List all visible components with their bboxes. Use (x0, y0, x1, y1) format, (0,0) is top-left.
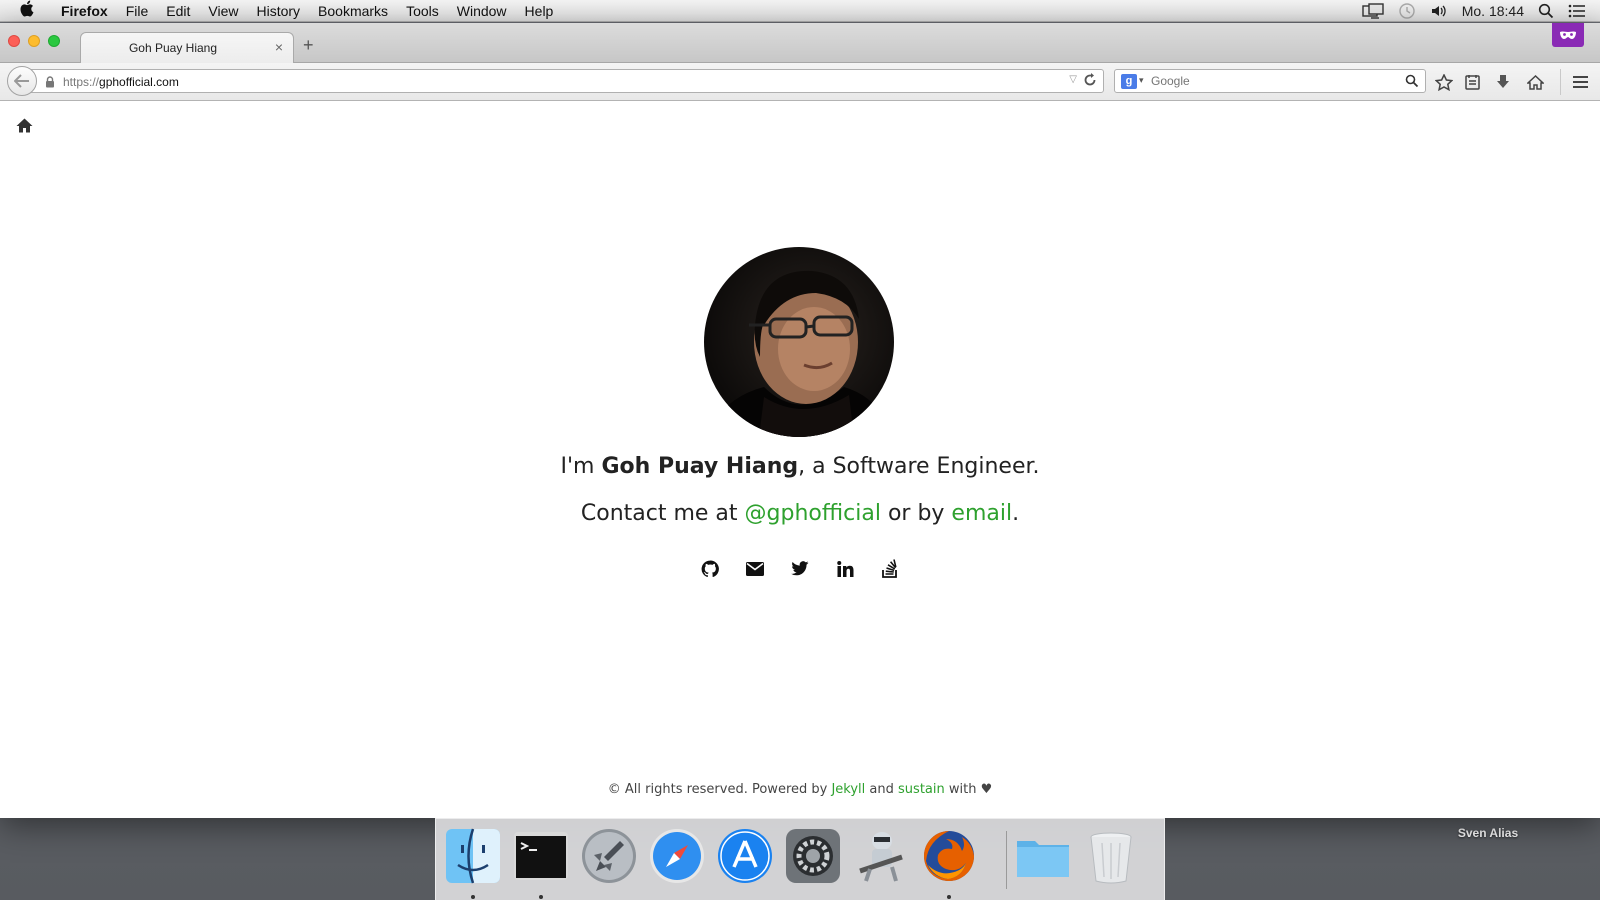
web-page: I'm Goh Puay Hiang, a Software Engineer.… (0, 102, 1600, 818)
menu-help[interactable]: Help (516, 3, 563, 19)
email-icon[interactable] (745, 558, 766, 579)
contact-text: Contact me at @gphofficial or by email. (0, 501, 1600, 526)
dock-separator (1006, 831, 1007, 889)
tab-strip: Goh Puay Hiang × + (0, 23, 1600, 64)
menu-file[interactable]: File (117, 3, 158, 19)
dock-launchpad-icon[interactable] (580, 827, 638, 885)
intro-suffix: , a Software Engineer. (798, 454, 1040, 479)
intro-text: I'm Goh Puay Hiang, a Software Engineer. (0, 454, 1600, 479)
contact-end: . (1012, 501, 1020, 526)
search-input[interactable] (1151, 73, 1391, 89)
dock-folder-icon[interactable] (1014, 827, 1072, 885)
window-zoom-button[interactable] (48, 35, 60, 47)
github-icon[interactable] (700, 558, 721, 579)
menu-window[interactable]: Window (448, 3, 516, 19)
linkedin-icon[interactable] (835, 558, 856, 579)
tab-title: Goh Puay Hiang (128, 41, 218, 55)
bookmark-star-icon[interactable] (1434, 72, 1454, 92)
dock-terminal-icon[interactable] (512, 827, 570, 885)
menu-history[interactable]: History (247, 3, 309, 19)
hamburger-menu-icon[interactable] (1570, 72, 1590, 92)
search-bar[interactable]: g ▾ (1114, 69, 1426, 93)
browser-window: Goh Puay Hiang × + https://gphofficial.c… (0, 23, 1600, 818)
tab-close-icon[interactable]: × (275, 39, 283, 55)
engine-dropdown-icon[interactable]: ▾ (1139, 75, 1144, 86)
dock-app-store-icon[interactable] (716, 827, 774, 885)
terminal-running-dot (539, 895, 543, 899)
social-links (0, 558, 1600, 579)
menu-app-name[interactable]: Firefox (52, 3, 117, 19)
twitter-icon[interactable] (790, 558, 811, 579)
menu-tools[interactable]: Tools (397, 3, 448, 19)
window-minimize-button[interactable] (28, 35, 40, 47)
menu-bookmarks[interactable]: Bookmarks (309, 3, 397, 19)
menu-edit[interactable]: Edit (157, 3, 199, 19)
dock (435, 818, 1165, 900)
bookmarks-menu-icon[interactable] (1462, 72, 1482, 92)
url-bar[interactable]: https://gphofficial.com ▽ (30, 69, 1104, 93)
jekyll-link[interactable]: Jekyll (831, 782, 865, 797)
firefox-running-dot (947, 895, 951, 899)
volume-icon[interactable] (1430, 3, 1448, 19)
contact-mid: or by (880, 501, 952, 526)
display-mirroring-icon[interactable] (1362, 2, 1384, 19)
contact-prefix: Contact me at (580, 501, 745, 526)
dock-firefox-icon[interactable] (920, 827, 978, 885)
notification-center-icon[interactable] (1568, 4, 1586, 18)
url-text[interactable]: https://gphofficial.com (63, 75, 179, 89)
new-tab-button[interactable]: + (303, 35, 314, 56)
reload-icon[interactable] (1083, 73, 1097, 92)
sustain-link[interactable]: sustain (898, 782, 945, 797)
downloads-icon[interactable] (1493, 72, 1513, 92)
url-host: gphofficial.com (99, 75, 179, 89)
page-footer: © All rights reserved. Powered by Jekyll… (0, 782, 1600, 797)
search-magnifier-icon[interactable] (1405, 74, 1419, 93)
apple-menu-icon[interactable] (0, 0, 52, 22)
intro-name: Goh Puay Hiang (601, 454, 799, 479)
menu-bar: Firefox File Edit View History Bookmarks… (0, 0, 1600, 22)
google-engine-icon[interactable]: g (1121, 74, 1137, 89)
twitter-handle-link[interactable]: @gphofficial (745, 501, 881, 526)
back-button[interactable] (7, 66, 37, 96)
footer-suffix: with ♥ (944, 782, 993, 797)
menubar-clock[interactable]: Mo. 18:44 (1462, 3, 1524, 19)
dock-system-preferences-icon[interactable] (784, 827, 842, 885)
url-protocol: https:// (63, 75, 100, 89)
nav-toolbar: https://gphofficial.com ▽ g ▾ (0, 63, 1600, 101)
footer-and: and (865, 782, 899, 797)
dock-finder-icon[interactable] (444, 827, 502, 885)
lock-icon[interactable] (45, 75, 55, 93)
window-close-button[interactable] (8, 35, 20, 47)
email-link[interactable]: email (951, 501, 1012, 526)
dock-safari-icon[interactable] (648, 827, 706, 885)
alias-label: Sven Alias (1457, 826, 1519, 840)
profile-avatar (704, 247, 894, 437)
time-machine-icon[interactable] (1398, 2, 1416, 20)
toolbar-separator (1560, 69, 1561, 95)
tab-active[interactable]: Goh Puay Hiang × (80, 32, 294, 64)
dock-trash-icon[interactable] (1082, 827, 1140, 885)
spotlight-icon[interactable] (1538, 3, 1554, 19)
private-browsing-mask-icon (1552, 23, 1584, 47)
stackoverflow-icon[interactable] (880, 558, 901, 579)
site-home-icon[interactable] (16, 118, 33, 137)
footer-prefix: © All rights reserved. Powered by (607, 782, 832, 797)
menu-view[interactable]: View (199, 3, 247, 19)
finder-running-dot (471, 895, 475, 899)
url-history-dropdown-icon[interactable]: ▽ (1069, 74, 1077, 85)
dock-automator-icon[interactable] (852, 827, 910, 885)
intro-prefix: I'm (560, 454, 602, 479)
home-toolbar-icon[interactable] (1525, 72, 1545, 92)
